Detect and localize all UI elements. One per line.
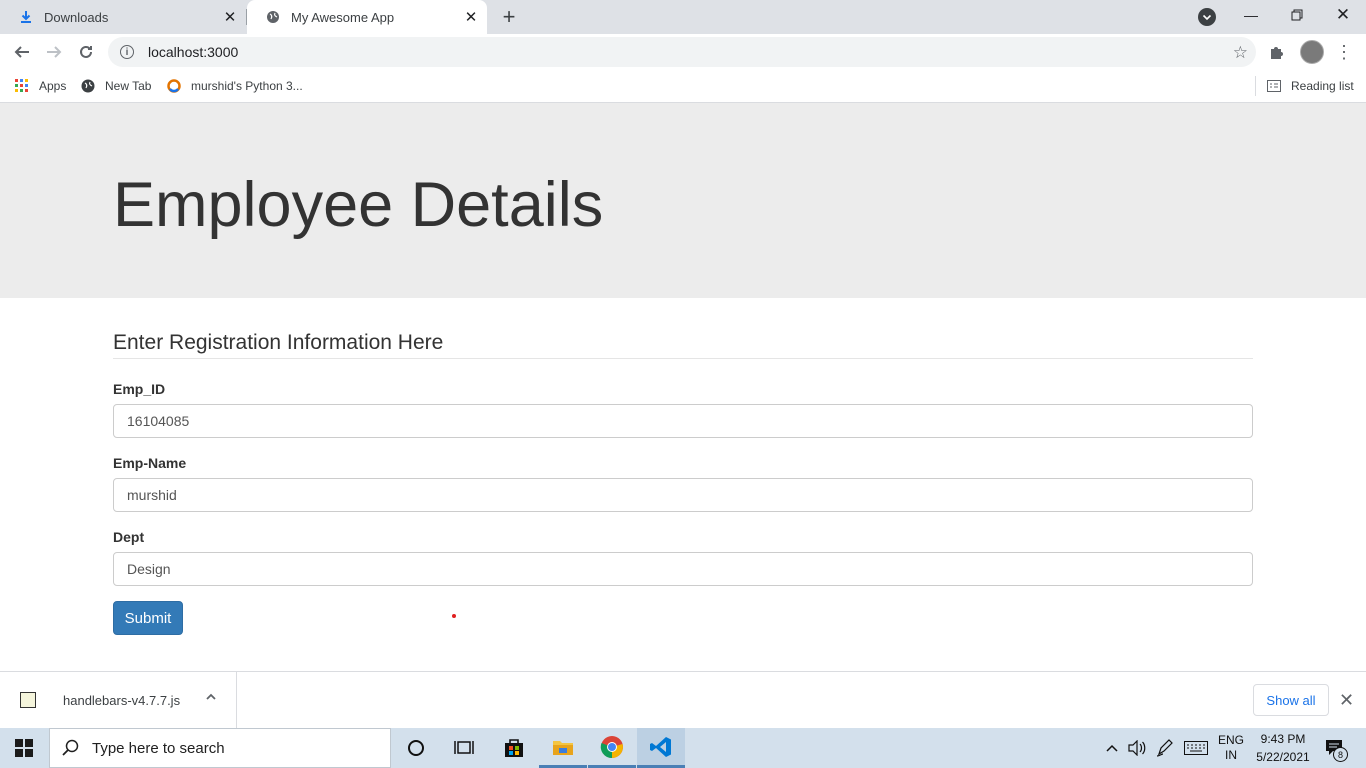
browser-toolbar: i localhost:3000 ☆ ⋮ xyxy=(0,34,1366,70)
keyboard-icon[interactable] xyxy=(1183,728,1209,768)
download-icon xyxy=(18,9,34,25)
bookmark-label: murshid's Python 3... xyxy=(191,79,303,93)
profile-avatar[interactable] xyxy=(1300,40,1324,64)
info-icon[interactable]: i xyxy=(120,45,134,59)
pen-icon[interactable] xyxy=(1154,728,1176,768)
windows-taskbar: Type here to search ENG IN 9:43 PM 5/22/… xyxy=(0,728,1366,768)
clock[interactable]: 9:43 PM 5/22/2021 xyxy=(1252,728,1314,768)
js-file-icon xyxy=(20,692,36,708)
globe-icon xyxy=(81,79,95,93)
emp-id-input[interactable]: 16104085 xyxy=(113,404,1253,438)
close-tab-icon[interactable]: ✕ xyxy=(222,9,238,26)
tab-label: Downloads xyxy=(44,9,109,25)
search-icon xyxy=(62,739,80,757)
clock-date: 5/22/2021 xyxy=(1256,750,1310,764)
jumbotron-header: Employee Details xyxy=(0,103,1366,298)
apps-grid-icon xyxy=(15,79,28,92)
action-center-button[interactable]: 8 xyxy=(1320,728,1350,768)
restore-button[interactable] xyxy=(1274,0,1320,30)
bookmarks-divider xyxy=(1255,76,1256,96)
reading-list-icon xyxy=(1267,80,1281,92)
search-placeholder: Type here to search xyxy=(92,739,225,757)
forward-button[interactable] xyxy=(40,38,68,66)
tab-label: My Awesome App xyxy=(291,9,395,25)
bookmark-apps[interactable]: Apps xyxy=(15,76,66,96)
clock-time: 9:43 PM xyxy=(1260,732,1306,746)
reading-list-label: Reading list xyxy=(1291,79,1354,93)
bookmark-label: Apps xyxy=(39,79,67,93)
store-app-button[interactable] xyxy=(490,728,538,768)
new-tab-button[interactable]: + xyxy=(497,4,521,29)
dept-input[interactable]: Design xyxy=(113,552,1253,586)
folder-icon xyxy=(553,740,573,755)
emp-name-label: Emp-Name xyxy=(113,455,187,471)
extensions-puzzle-icon[interactable] xyxy=(1268,43,1286,61)
reload-button[interactable] xyxy=(72,38,100,66)
browser-tab-strip: Downloads ✕ My Awesome App ✕ + — ✕ xyxy=(0,0,1366,34)
show-hidden-icons-chevron[interactable] xyxy=(1102,728,1122,768)
dept-value: Design xyxy=(127,561,171,577)
emp-id-value: 16104085 xyxy=(127,413,190,429)
chrome-app-button[interactable] xyxy=(588,728,636,768)
form-legend: Enter Registration Information Here xyxy=(113,331,444,354)
emp-name-value: murshid xyxy=(127,487,177,503)
task-view-icon xyxy=(454,741,474,754)
download-item[interactable]: handlebars-v4.7.7.js xyxy=(0,672,237,729)
volume-icon[interactable] xyxy=(1126,728,1148,768)
bookmark-star-icon[interactable]: ☆ xyxy=(1233,43,1248,63)
tab-my-awesome-app[interactable]: My Awesome App ✕ xyxy=(247,0,487,34)
reading-list-button[interactable]: Reading list xyxy=(1267,76,1354,96)
close-shelf-icon[interactable]: ✕ xyxy=(1339,690,1354,711)
colab-logo-icon xyxy=(167,79,181,93)
bookmark-python[interactable]: murshid's Python 3... xyxy=(167,76,303,96)
file-explorer-button[interactable] xyxy=(539,728,587,768)
submit-button[interactable]: Submit xyxy=(113,601,183,635)
chrome-menu-icon[interactable]: ⋮ xyxy=(1334,42,1354,62)
close-window-button[interactable]: ✕ xyxy=(1320,0,1366,30)
tab-downloads[interactable]: Downloads ✕ xyxy=(0,0,246,34)
minimize-button[interactable]: — xyxy=(1228,0,1274,30)
lang-region: IN xyxy=(1225,748,1237,762)
legend-divider xyxy=(113,358,1253,359)
bookmark-new-tab[interactable]: New Tab xyxy=(81,76,151,96)
cortana-button[interactable] xyxy=(392,728,440,768)
vscode-logo-icon xyxy=(650,736,671,757)
tab-search-icon[interactable] xyxy=(1198,8,1216,26)
chevron-up-icon[interactable] xyxy=(205,691,217,706)
cursor-dot xyxy=(452,614,456,618)
input-language-indicator[interactable]: ENG IN xyxy=(1214,728,1248,768)
back-button[interactable] xyxy=(8,38,36,66)
taskbar-search-box[interactable]: Type here to search xyxy=(49,728,391,768)
globe-icon xyxy=(265,9,281,25)
vscode-app-button[interactable] xyxy=(637,728,685,768)
bookmark-label: New Tab xyxy=(105,79,152,93)
start-button[interactable] xyxy=(0,728,48,768)
bookmarks-bar: Apps New Tab murshid's Python 3... Readi… xyxy=(0,70,1366,103)
page-title: Employee Details xyxy=(113,170,604,240)
emp-name-input[interactable]: murshid xyxy=(113,478,1253,512)
download-filename: handlebars-v4.7.7.js xyxy=(63,693,181,708)
dept-label: Dept xyxy=(113,529,145,545)
windows-logo-icon xyxy=(15,739,33,757)
cortana-ring-icon xyxy=(408,740,424,756)
address-text: localhost:3000 xyxy=(148,44,239,60)
task-view-button[interactable] xyxy=(440,728,488,768)
notification-count: 8 xyxy=(1333,747,1348,762)
chrome-logo-icon xyxy=(600,735,623,758)
close-tab-icon[interactable]: ✕ xyxy=(463,9,479,26)
store-bag-icon xyxy=(505,739,523,757)
address-bar[interactable]: i localhost:3000 ☆ xyxy=(108,37,1256,67)
lang-code: ENG xyxy=(1217,733,1244,747)
download-shelf: handlebars-v4.7.7.js Show all ✕ xyxy=(0,671,1366,729)
show-all-button[interactable]: Show all xyxy=(1253,684,1329,716)
emp-id-label: Emp_ID xyxy=(113,381,166,397)
